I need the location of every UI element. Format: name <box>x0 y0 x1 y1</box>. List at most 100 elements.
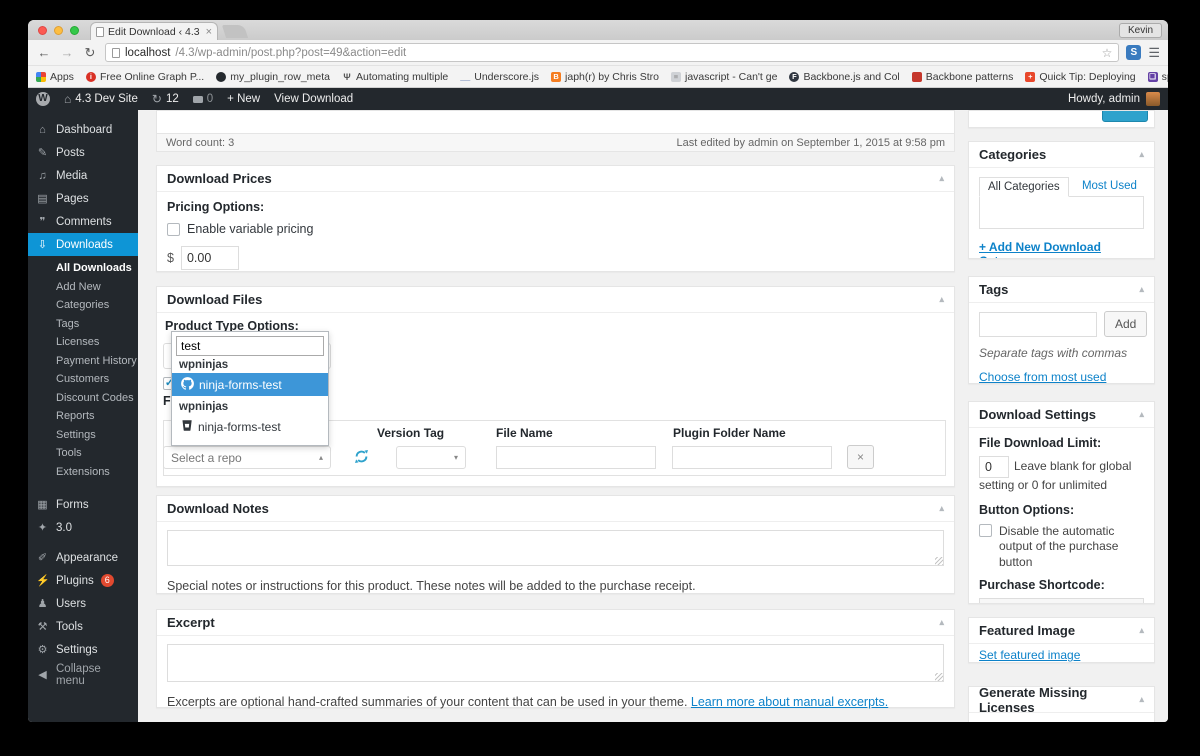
download-prices-header[interactable]: Download Prices ▴ <box>157 166 954 192</box>
refresh-repos-icon[interactable] <box>354 449 369 469</box>
shortcode-field[interactable]: [purchase_link id="49" text="Purchase <box>979 598 1144 603</box>
submenu-item[interactable]: Payment History <box>28 352 138 371</box>
download-settings-header[interactable]: Download Settings ▴ <box>969 402 1154 428</box>
categories-list-panel[interactable] <box>979 196 1144 229</box>
folder-name-input[interactable] <box>672 446 832 469</box>
bookmark-item[interactable]: i Free Online Graph P... <box>85 71 204 83</box>
sidebar-menu-item[interactable]: ⚙ Settings <box>28 638 138 661</box>
submenu-item[interactable]: Customers <box>28 370 138 389</box>
view-download-menu[interactable]: View Download <box>274 93 353 105</box>
address-bar[interactable]: localhost /4.3/wp-admin/post.php?post=49… <box>105 43 1120 62</box>
collapse-toggle-icon[interactable]: ▴ <box>1139 625 1144 636</box>
editor-canvas[interactable] <box>157 111 954 133</box>
comments-menu[interactable]: 0 <box>192 93 213 105</box>
bookmark-item[interactable]: Ψ Automating multiple <box>342 71 448 83</box>
sidebar-menu-item[interactable]: ▤ Pages <box>28 187 138 210</box>
extension-icon[interactable]: S <box>1126 45 1142 60</box>
collapse-toggle-icon[interactable]: ▴ <box>1139 149 1144 160</box>
excerpt-textarea[interactable] <box>167 644 944 682</box>
zoom-window-button[interactable] <box>70 26 79 35</box>
sidebar-menu-item[interactable]: ▦ Forms <box>28 493 138 516</box>
chrome-menu-icon[interactable]: ☰ <box>1148 45 1160 61</box>
updates-menu[interactable]: ↻ 12 <box>152 92 179 106</box>
sidebar-item-downloads[interactable]: ⇩ Downloads <box>28 233 138 256</box>
collapse-menu-button[interactable]: ◀ Collapse menu <box>28 663 138 687</box>
download-notes-header[interactable]: Download Notes ▴ <box>157 496 954 522</box>
bookmark-item[interactable]: B japh(r) by Chris Stro <box>551 71 659 83</box>
collapse-toggle-icon[interactable]: ▴ <box>1139 284 1144 295</box>
sidebar-menu-item[interactable]: ❞ Comments <box>28 210 138 233</box>
price-input[interactable] <box>180 246 239 270</box>
apps-bookmark[interactable]: Apps <box>36 71 74 83</box>
set-featured-image-link[interactable]: Set featured image <box>979 648 1080 662</box>
remove-file-button[interactable]: × <box>847 445 874 469</box>
generate-licenses-header[interactable]: Generate Missing Licenses ▴ <box>969 687 1154 715</box>
repo-select[interactable]: Select a repo ▴ <box>163 446 331 469</box>
collapse-toggle-icon[interactable]: ▴ <box>939 503 944 514</box>
howdy-menu[interactable]: Howdy, admin <box>1068 93 1140 105</box>
bookmark-item[interactable]: __ Underscore.js <box>460 71 539 83</box>
back-icon[interactable]: ← <box>36 45 52 60</box>
submenu-item[interactable]: Add New <box>28 278 138 297</box>
new-content-menu[interactable]: + New <box>227 93 260 105</box>
new-tab-button[interactable] <box>221 25 249 38</box>
featured-image-header[interactable]: Featured Image ▴ <box>969 618 1154 644</box>
sidebar-menu-item[interactable]: ⚡ Plugins 6 <box>28 569 138 592</box>
download-notes-textarea[interactable] <box>167 530 944 566</box>
sidebar-menu-item[interactable]: ✎ Posts <box>28 141 138 164</box>
collapse-toggle-icon[interactable]: ▴ <box>1139 694 1144 705</box>
file-name-input[interactable] <box>496 446 656 469</box>
site-name-menu[interactable]: ⌂ 4.3 Dev Site <box>64 92 138 106</box>
bookmark-item[interactable]: F Backbone.js and Col <box>789 71 900 83</box>
tab-most-used[interactable]: Most Used <box>1082 180 1137 192</box>
sidebar-menu-item[interactable]: ✦ 3.0 <box>28 516 138 539</box>
update-button[interactable] <box>1102 111 1148 122</box>
submenu-item[interactable]: Licenses <box>28 333 138 352</box>
sidebar-menu-item[interactable]: ✐ Appearance <box>28 546 138 569</box>
repo-option-github[interactable]: ninja-forms-test <box>172 373 328 396</box>
wp-logo-menu[interactable]: W <box>36 92 50 106</box>
close-window-button[interactable] <box>38 26 47 35</box>
submenu-item[interactable]: All Downloads <box>28 259 138 278</box>
bookmark-item[interactable]: my_plugin_row_meta <box>216 71 330 83</box>
bookmark-item[interactable]: ❑ spearshak3r - Twitch <box>1147 71 1168 83</box>
submenu-item[interactable]: Tools <box>28 444 138 463</box>
submenu-item[interactable]: Settings <box>28 426 138 445</box>
repo-option-bitbucket[interactable]: ninja-forms-test <box>172 415 328 438</box>
sidebar-menu-item[interactable]: ♟ Users <box>28 592 138 615</box>
sidebar-menu-item[interactable]: ⚒ Tools <box>28 615 138 638</box>
submenu-item[interactable]: Extensions <box>28 463 138 482</box>
categories-header[interactable]: Categories ▴ <box>969 142 1154 168</box>
submenu-item[interactable]: Reports <box>28 407 138 426</box>
disable-button-checkbox[interactable] <box>979 523 992 537</box>
download-files-header[interactable]: Download Files ▴ <box>157 287 954 313</box>
browser-tab[interactable]: Edit Download ‹ 4.3 Dev Si × <box>90 22 218 40</box>
new-tag-input[interactable] <box>979 311 1097 337</box>
bookmark-item[interactable]: + Quick Tip: Deploying <box>1025 71 1136 83</box>
sidebar-menu-item[interactable]: ⌂ Dashboard <box>28 118 138 141</box>
tab-all-categories[interactable]: All Categories <box>979 177 1069 197</box>
choose-tags-link[interactable]: Choose from most used Download tags <box>979 370 1106 383</box>
bookmark-item[interactable]: ≡ javascript - Can't ge <box>670 71 777 83</box>
bookmark-star-icon[interactable]: ☆ <box>1102 46 1113 60</box>
user-avatar[interactable] <box>1146 92 1160 106</box>
tab-close-icon[interactable]: × <box>206 26 212 38</box>
chrome-profile-button[interactable]: Kevin <box>1118 23 1162 38</box>
collapse-toggle-icon[interactable]: ▴ <box>939 173 944 184</box>
forward-icon[interactable]: → <box>59 45 75 60</box>
bookmark-item[interactable]: Backbone patterns <box>911 71 1013 83</box>
submenu-item[interactable]: Categories <box>28 296 138 315</box>
collapse-toggle-icon[interactable]: ▴ <box>1139 409 1144 420</box>
submenu-item[interactable]: Discount Codes <box>28 389 138 408</box>
add-category-link[interactable]: + Add New Download Category <box>979 240 1101 258</box>
reload-icon[interactable]: ↻ <box>82 45 98 61</box>
manual-excerpts-link[interactable]: Learn more about manual excerpts. <box>691 695 888 709</box>
download-limit-input[interactable] <box>979 456 1009 478</box>
collapse-toggle-icon[interactable]: ▴ <box>939 617 944 628</box>
collapse-toggle-icon[interactable]: ▴ <box>939 294 944 305</box>
sidebar-menu-item[interactable]: ♫ Media <box>28 164 138 187</box>
add-tag-button[interactable]: Add <box>1104 311 1148 337</box>
submenu-item[interactable]: Tags <box>28 315 138 334</box>
version-tag-select[interactable]: ▾ <box>396 446 466 469</box>
excerpt-header[interactable]: Excerpt ▴ <box>157 610 954 636</box>
